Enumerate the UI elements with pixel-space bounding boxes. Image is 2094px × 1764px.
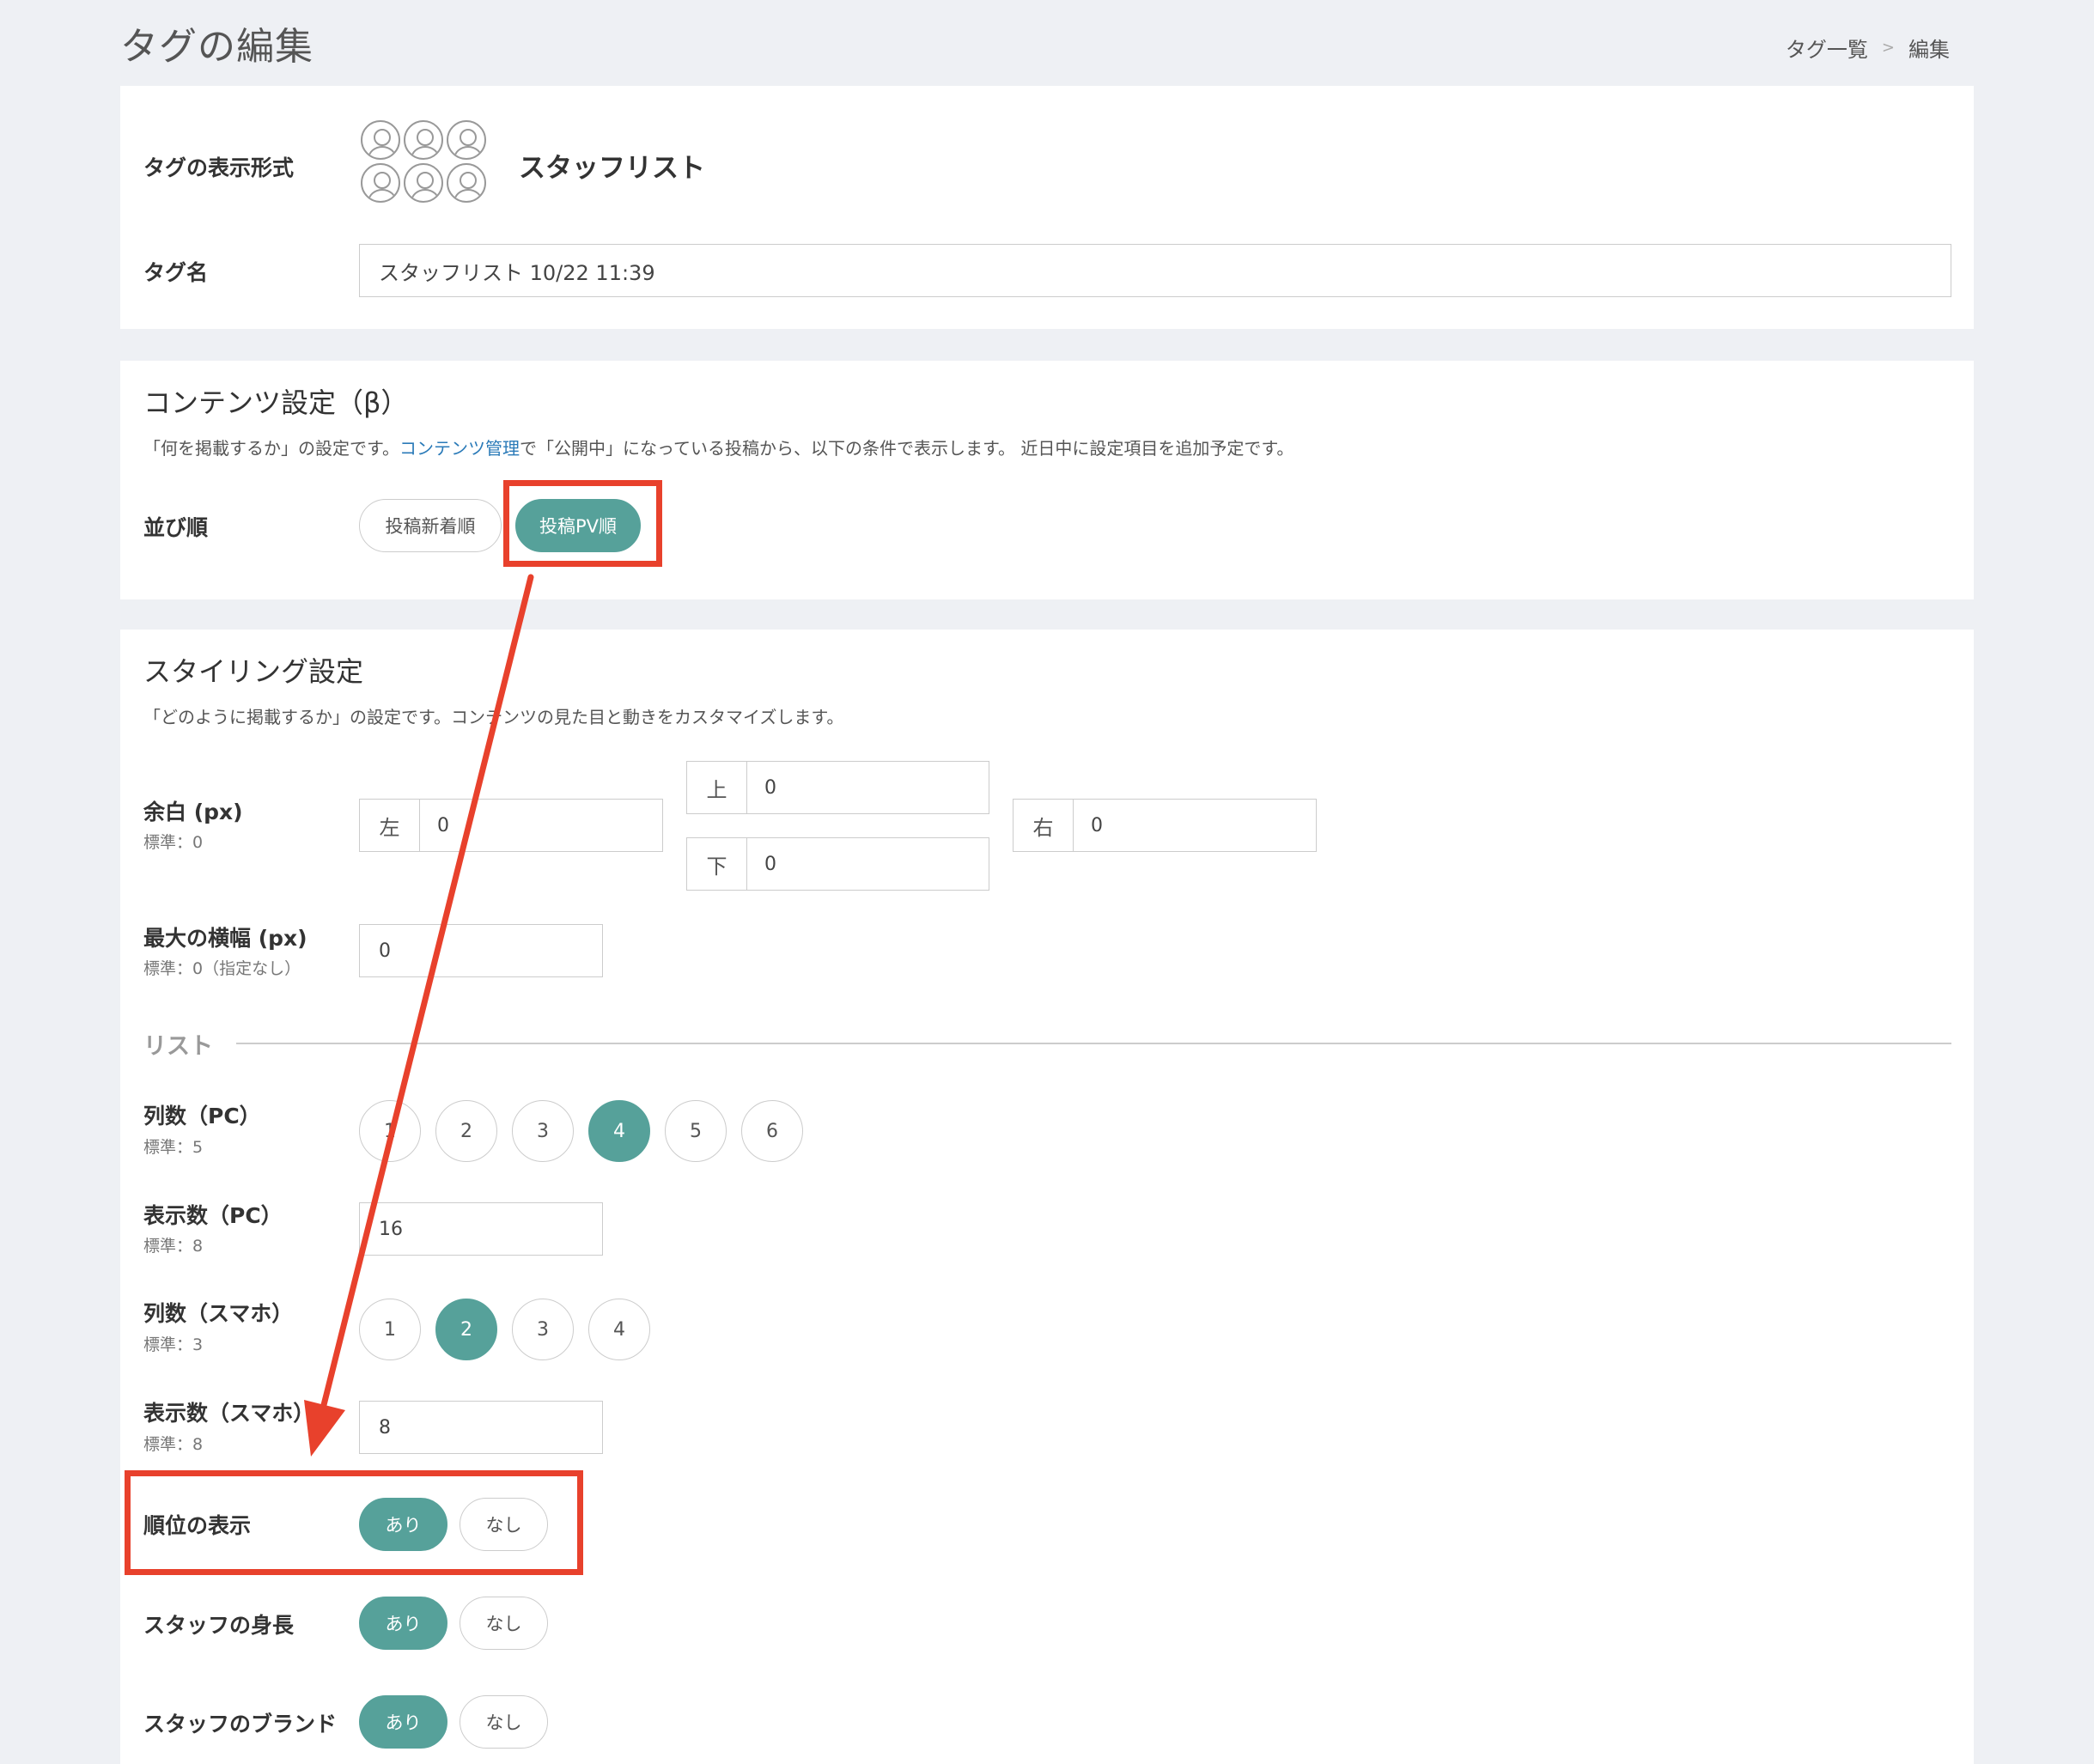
list-section-divider [236, 1043, 1951, 1044]
sort-newest-button[interactable]: 投稿新着順 [359, 499, 502, 552]
breadcrumb: タグ一覧 > 編集 [1786, 33, 1950, 63]
person-icon [404, 163, 443, 203]
tag-info-card: タグの表示形式 スタッフリスト タグ名 スタッフリスト 10/22 11:39 [120, 86, 1974, 329]
breadcrumb-tag-list-link[interactable]: タグ一覧 [1786, 33, 1868, 63]
breadcrumb-current: 編集 [1908, 38, 1950, 62]
count-sp-input[interactable]: 8 [359, 1401, 603, 1454]
cols-sp-label: 列数（スマホ） [143, 1301, 294, 1326]
breadcrumb-separator: > [1881, 39, 1895, 57]
cols-sp-option-3[interactable]: 3 [512, 1299, 574, 1360]
margin-right-value[interactable]: 0 [1074, 800, 1316, 851]
annotation-box-rank-display [125, 1470, 583, 1575]
person-icon [404, 120, 443, 160]
max-width-label: 最大の横幅 (px) [143, 926, 307, 951]
staff-brand-label: スタッフのブランド [143, 1712, 338, 1737]
cols-pc-option-3[interactable]: 3 [512, 1100, 574, 1162]
cols-pc-option-1[interactable]: 1 [359, 1100, 421, 1162]
person-icon [361, 120, 400, 160]
max-width-input[interactable]: 0 [359, 924, 603, 977]
tag-name-input[interactable]: スタッフリスト 10/22 11:39 [359, 244, 1951, 297]
format-name: スタッフリスト [519, 153, 705, 184]
margin-default: 標準：0 [143, 833, 204, 852]
max-width-default: 標準：0（指定なし） [143, 959, 301, 978]
person-icon [361, 163, 400, 203]
count-pc-label: 表示数（PC） [143, 1203, 283, 1228]
margin-bottom-input[interactable]: 下 0 [686, 837, 989, 891]
format-label: タグの表示形式 [143, 155, 295, 180]
cols-pc-label: 列数（PC） [143, 1104, 261, 1128]
margin-left-value[interactable]: 0 [420, 800, 662, 851]
content-settings-title: コンテンツ設定（β） [143, 386, 409, 419]
page-title: タグの編集 [120, 25, 313, 69]
count-sp-label: 表示数（スマホ） [143, 1401, 315, 1426]
person-icon [447, 163, 486, 203]
staff-brand-off-button[interactable]: なし [460, 1695, 548, 1749]
margin-bottom-value[interactable]: 0 [747, 838, 989, 890]
margin-left-prefix: 左 [360, 800, 420, 851]
cols-sp-option-4[interactable]: 4 [588, 1299, 650, 1360]
count-pc-default: 標準：8 [143, 1237, 204, 1256]
staff-height-off-button[interactable]: なし [460, 1597, 548, 1650]
content-desc-suffix: で「公開中」になっている投稿から、以下の条件で表示します。 近日中に設定項目を追… [520, 438, 1294, 459]
margin-top-prefix: 上 [687, 762, 747, 813]
cols-sp-default: 標準：3 [143, 1335, 204, 1354]
staff-brand-on-button[interactable]: あり [359, 1695, 447, 1749]
sort-order-label: 並び順 [143, 515, 209, 540]
staff-height-on-button[interactable]: あり [359, 1597, 447, 1650]
tag-name-label: タグ名 [143, 260, 209, 285]
staff-height-label: スタッフの身長 [143, 1613, 295, 1638]
cols-pc-default: 標準：5 [143, 1138, 204, 1157]
cols-sp-option-1[interactable]: 1 [359, 1299, 421, 1360]
content-settings-card: コンテンツ設定（β） 「何を掲載するか」の設定です。コンテンツ管理で「公開中」に… [120, 361, 1974, 599]
margin-top-value[interactable]: 0 [747, 762, 989, 813]
styling-settings-card: スタイリング設定 「どのように掲載するか」の設定です。コンテンツの見た目と動きを… [120, 630, 1974, 1764]
list-section-label: リスト [143, 1033, 213, 1060]
staff-grid-icon [361, 120, 486, 203]
cols-pc-option-5[interactable]: 5 [665, 1100, 727, 1162]
styling-settings-description: 「どのように掲載するか」の設定です。コンテンツの見た目と動きをカスタマイズします… [143, 707, 844, 727]
person-icon [447, 120, 486, 160]
styling-settings-title: スタイリング設定 [143, 655, 364, 688]
margin-top-input[interactable]: 上 0 [686, 761, 989, 814]
margin-left-input[interactable]: 左 0 [359, 799, 663, 852]
cols-pc-option-2[interactable]: 2 [435, 1100, 497, 1162]
count-sp-default: 標準：8 [143, 1435, 204, 1454]
content-management-link[interactable]: コンテンツ管理 [399, 438, 520, 459]
cols-sp-option-2[interactable]: 2 [435, 1299, 497, 1360]
margin-bottom-prefix: 下 [687, 838, 747, 890]
margin-label: 余白 (px) [143, 800, 243, 824]
margin-right-prefix: 右 [1014, 800, 1074, 851]
margin-right-input[interactable]: 右 0 [1013, 799, 1317, 852]
cols-pc-option-4[interactable]: 4 [588, 1100, 650, 1162]
cols-pc-option-6[interactable]: 6 [741, 1100, 803, 1162]
content-settings-description: 「何を掲載するか」の設定です。コンテンツ管理で「公開中」になっている投稿から、以… [143, 435, 1294, 459]
count-pc-input[interactable]: 16 [359, 1202, 603, 1256]
annotation-box-sort-pv [503, 480, 662, 567]
content-desc-prefix: 「何を掲載するか」の設定です。 [143, 438, 399, 459]
